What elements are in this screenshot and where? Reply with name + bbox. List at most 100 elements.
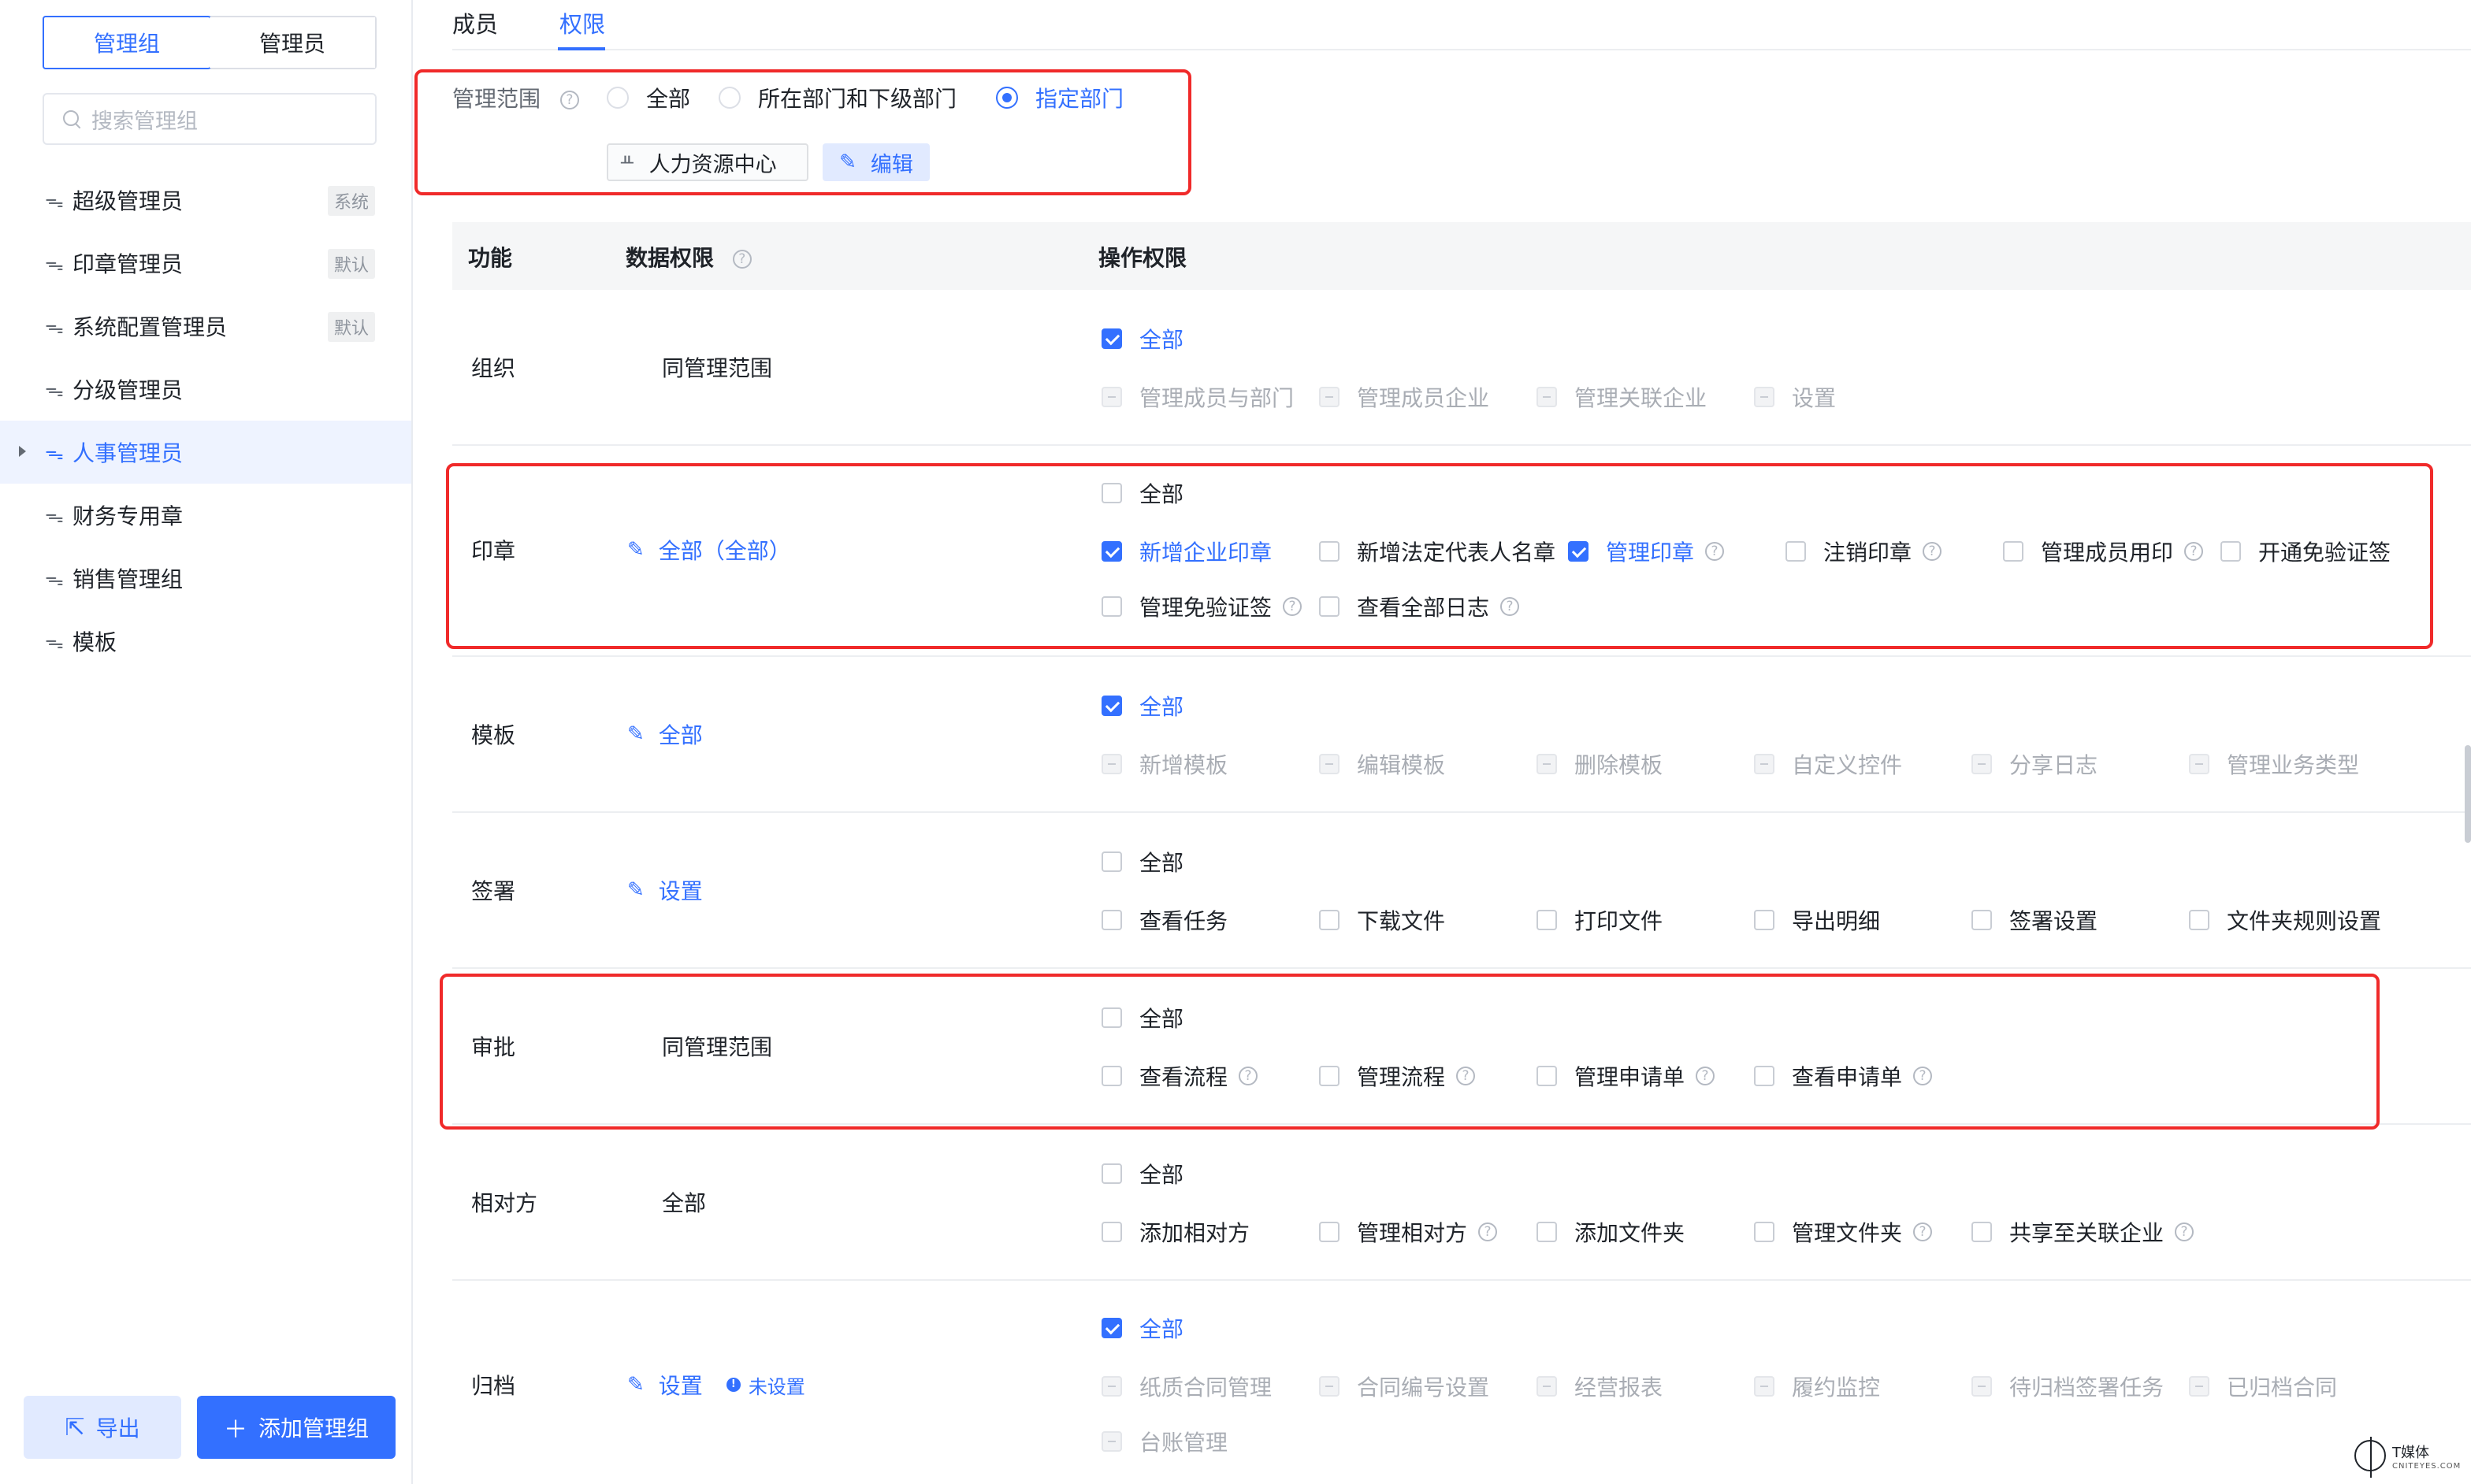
data-permission-link[interactable]: ✎ 设置 ! 未设置 xyxy=(627,1369,805,1401)
group-item-config-admin[interactable]: ᯓ 系统配置管理员 默认 xyxy=(0,295,411,358)
perm-label: 签署设置 xyxy=(2009,908,2098,934)
perm-checkbox[interactable]: 查看任务 xyxy=(1102,904,1228,936)
perm-checkbox[interactable]: 签署设置 xyxy=(1971,904,2098,936)
perm-checkbox[interactable]: 新增模板 xyxy=(1102,748,1228,780)
checkbox-icon xyxy=(1102,1163,1122,1184)
group-icon: ᯓ xyxy=(45,567,64,590)
perm-checkbox[interactable]: 编辑模板 xyxy=(1319,748,1445,780)
export-icon: ⇱ xyxy=(65,1413,85,1441)
pen-icon: ✎ xyxy=(627,722,645,746)
perm-checkbox[interactable]: 导出明细 xyxy=(1754,904,1880,936)
help-icon[interactable]: ? xyxy=(1478,1222,1498,1241)
group-icon: ᯓ xyxy=(45,504,64,527)
group-icon: ᯓ xyxy=(45,378,64,401)
perm-checkbox[interactable]: 删除模板 xyxy=(1536,748,1663,780)
scrollbar-thumb[interactable] xyxy=(2465,745,2471,843)
perm-label: 经营报表 xyxy=(1574,1375,1663,1401)
group-item-sales[interactable]: ᯓ 销售管理组 xyxy=(0,547,411,610)
perm-checkbox[interactable]: 设置 xyxy=(1754,381,1836,413)
perm-label: 全部 xyxy=(1139,327,1184,353)
function-name: 归档 xyxy=(471,1373,516,1399)
perm-checkbox[interactable]: 共享至关联企业? xyxy=(1971,1216,2194,1248)
data-permission-link[interactable]: ✎ 设置 xyxy=(627,874,703,906)
perm-label: 下载文件 xyxy=(1357,908,1446,934)
group-item-label: 印章管理员 xyxy=(72,251,184,277)
group-item-tier-admin[interactable]: ᯓ 分级管理员 xyxy=(0,358,411,421)
perm-checkbox[interactable]: 添加文件夹 xyxy=(1536,1216,1685,1248)
perm-checkbox[interactable]: 台账管理 xyxy=(1102,1426,1228,1457)
group-item-hr-admin[interactable]: ᯓ 人事管理员 xyxy=(0,421,411,484)
perm-checkbox[interactable]: 文件夹规则设置 xyxy=(2189,904,2381,936)
perm-checkbox[interactable]: 纸质合同管理 xyxy=(1102,1371,1272,1402)
perm-checkbox[interactable]: 管理相对方? xyxy=(1319,1216,1498,1248)
checkbox-icon xyxy=(1971,910,1992,930)
group-item-super-admin[interactable]: ᯓ 超级管理员 系统 xyxy=(0,169,411,232)
checkbox-indeterminate-icon xyxy=(2189,1376,2209,1397)
perm-label: 分享日志 xyxy=(2009,752,2098,778)
perm-checkbox[interactable]: 全部 xyxy=(1102,1312,1183,1344)
perm-checkbox[interactable]: 管理业务类型 xyxy=(2189,748,2359,780)
help-icon[interactable]: ? xyxy=(732,250,752,269)
help-icon[interactable]: ? xyxy=(2175,1222,2194,1241)
perm-checkbox[interactable]: 分享日志 xyxy=(1971,748,2098,780)
data-permission-link[interactable]: ✎ 全部 xyxy=(627,718,703,750)
group-icon: ᯓ xyxy=(45,252,64,275)
perm-label: 管理文件夹 xyxy=(1792,1220,1903,1246)
data-permission: 全部 xyxy=(662,1190,707,1216)
perm-checkbox[interactable]: 待归档签署任务 xyxy=(1971,1371,2164,1402)
checkbox-icon xyxy=(2189,910,2209,930)
group-item-seal-admin[interactable]: ᯓ 印章管理员 默认 xyxy=(0,232,411,295)
group-icon: ᯓ xyxy=(45,630,64,653)
checkbox-indeterminate-icon xyxy=(1754,387,1774,407)
perm-checkbox[interactable]: 已归档合同 xyxy=(2189,1371,2337,1402)
export-label: 导出 xyxy=(95,1415,140,1441)
group-tag: 系统 xyxy=(327,186,375,216)
perm-label: 管理关联企业 xyxy=(1574,385,1707,411)
highlight-box-scope xyxy=(414,69,1191,195)
group-item-template[interactable]: ᯓ 模板 xyxy=(0,610,411,673)
watermark-text: T媒体 CNITEYES.COM xyxy=(2392,1441,2461,1471)
checkbox-icon xyxy=(1319,910,1340,930)
segment-admins[interactable]: 管理员 xyxy=(210,17,375,68)
perm-checkbox[interactable]: 履约监控 xyxy=(1754,1371,1880,1402)
help-icon[interactable]: ? xyxy=(1913,1222,1933,1241)
add-group-button[interactable]: ＋ 添加管理组 xyxy=(197,1396,396,1459)
checkbox-indeterminate-icon xyxy=(1536,387,1557,407)
perm-checkbox[interactable]: 管理成员企业 xyxy=(1319,381,1489,413)
perm-checkbox[interactable]: 打印文件 xyxy=(1536,904,1663,936)
function-name: 模板 xyxy=(471,722,516,748)
watermark-name: T媒体 xyxy=(2392,1444,2429,1461)
perm-checkbox[interactable]: 管理成员与部门 xyxy=(1102,381,1294,413)
perm-checkbox[interactable]: 添加相对方 xyxy=(1102,1216,1250,1248)
search-input[interactable]: 搜索管理组 xyxy=(43,93,377,145)
perm-checkbox[interactable]: 自定义控件 xyxy=(1754,748,1902,780)
perm-label: 查看任务 xyxy=(1139,908,1228,934)
perm-label: 添加文件夹 xyxy=(1574,1220,1685,1246)
header-function: 功能 xyxy=(468,245,513,271)
search-placeholder: 搜索管理组 xyxy=(91,109,198,134)
perm-checkbox[interactable]: 管理文件夹? xyxy=(1754,1216,1933,1248)
group-item-finance-seal[interactable]: ᯓ 财务专用章 xyxy=(0,484,411,547)
perm-checkbox[interactable]: 下载文件 xyxy=(1319,904,1445,936)
perm-checkbox[interactable]: 合同编号设置 xyxy=(1319,1371,1489,1402)
highlight-box-seal xyxy=(446,463,2433,649)
export-button[interactable]: ⇱ 导出 xyxy=(24,1396,181,1459)
checkbox-indeterminate-icon xyxy=(1319,387,1340,407)
checkbox-indeterminate-icon xyxy=(1971,1376,1992,1397)
perm-checkbox[interactable]: 全部 xyxy=(1102,1158,1183,1189)
pen-icon: ✎ xyxy=(627,878,645,902)
active-tab-indicator xyxy=(558,47,605,50)
perm-checkbox[interactable]: 管理关联企业 xyxy=(1536,381,1707,413)
tab-members[interactable]: 成员 xyxy=(452,6,498,39)
checkbox-icon xyxy=(1754,910,1774,930)
perm-checkbox[interactable]: 全部 xyxy=(1102,323,1183,354)
group-item-label: 模板 xyxy=(72,629,117,655)
perm-checkbox[interactable]: 经营报表 xyxy=(1536,1371,1663,1402)
tab-permissions[interactable]: 权限 xyxy=(559,6,605,39)
perm-checkbox[interactable]: 全部 xyxy=(1102,690,1183,722)
perm-label: 共享至关联企业 xyxy=(2009,1220,2164,1246)
perm-checkbox[interactable]: 全部 xyxy=(1102,846,1183,877)
group-item-label: 系统配置管理员 xyxy=(72,314,228,340)
perm-label: 管理成员企业 xyxy=(1357,385,1490,411)
segment-admin-groups[interactable]: 管理组 xyxy=(43,16,211,69)
